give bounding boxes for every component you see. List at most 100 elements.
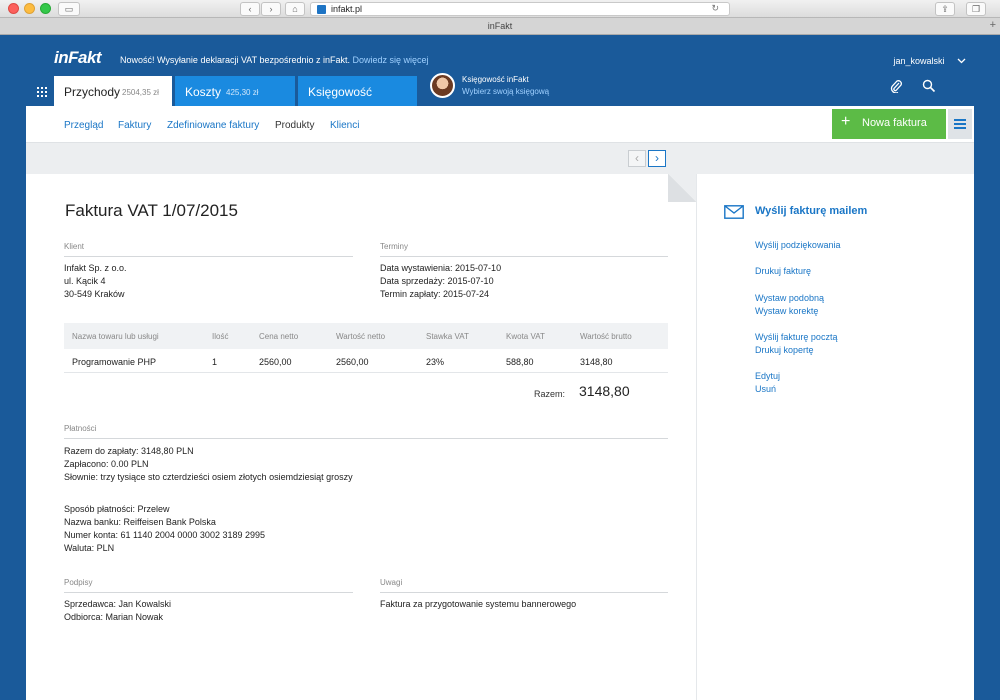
nav-faktury[interactable]: Faktury (118, 120, 151, 131)
hamburger-menu-icon[interactable] (948, 109, 972, 139)
amount-paid: Zapłacono: 0.00 PLN (64, 459, 149, 469)
divider (380, 256, 668, 257)
browser-tab-title[interactable]: inFakt (0, 21, 1000, 31)
signatures-label: Podpisy (64, 578, 93, 587)
currency: Waluta: PLN (64, 543, 115, 553)
table-row: Programowanie PHP 1 2560,00 2560,00 23% … (64, 349, 668, 373)
divider (380, 592, 668, 593)
total-label: Razem: (534, 389, 566, 399)
send-thanks-link[interactable]: Wyślij podziękowania (755, 240, 840, 250)
share-icon[interactable]: ⇪ (935, 2, 955, 16)
edit-link[interactable]: Edytuj (755, 371, 780, 381)
new-tab-icon[interactable]: + (990, 19, 996, 31)
url-text: infakt.pl (331, 4, 363, 14)
total-value: 3148,80 (579, 383, 630, 399)
content-area: Przegląd Faktury Zdefiniowane faktury Pr… (26, 106, 974, 700)
zoom-window-button[interactable] (40, 3, 51, 14)
account-number: Numer konta: 61 1140 2004 0000 3002 3189… (64, 530, 265, 540)
column-header: Wartość brutto (580, 332, 632, 341)
close-window-button[interactable] (8, 3, 19, 14)
divider (64, 256, 353, 257)
tab-koszty[interactable]: Koszty 425,30 zł (175, 76, 295, 106)
next-invoice-button[interactable]: › (648, 150, 666, 167)
send-by-post-link[interactable]: Wyślij fakturę pocztą (755, 332, 837, 342)
browser-toolbar: ▭ ‹ › ⌂ infakt.pl ↻ ⇪ ❐ (0, 0, 1000, 18)
tab-amount: 425,30 zł (226, 88, 259, 97)
forward-icon[interactable]: › (261, 2, 281, 16)
new-invoice-button[interactable]: + Nowa faktura (832, 109, 946, 139)
column-header: Nazwa towaru lub usługi (72, 332, 159, 341)
column-header: Kwota VAT (506, 332, 545, 341)
search-icon[interactable] (922, 79, 936, 93)
column-header: Stawka VAT (426, 332, 469, 341)
previous-invoice-button[interactable]: ‹ (628, 150, 646, 167)
accountant-avatar[interactable] (430, 73, 455, 98)
payments-label: Płatności (64, 424, 97, 433)
tab-przychody[interactable]: Przychody 2504,35 zł (54, 76, 172, 106)
nav-przeglad[interactable]: Przegląd (64, 120, 103, 131)
chevron-down-icon (957, 58, 966, 64)
print-invoice-link[interactable]: Drukuj fakturę (755, 266, 811, 276)
payment-method: Sposób płatności: Przelew (64, 504, 170, 514)
delete-link[interactable]: Usuń (755, 384, 776, 394)
user-menu[interactable]: jan_kowalski (893, 56, 966, 66)
seller-signature: Sprzedawca: Jan Kowalski (64, 599, 172, 609)
favicon-icon (317, 5, 326, 14)
infakt-logo[interactable]: inFakt (54, 48, 102, 68)
payment-due-date: Termin zapłaty: 2015-07-24 (380, 289, 490, 299)
plus-icon: + (841, 113, 851, 130)
tab-amount: 2504,35 zł (122, 88, 159, 97)
tab-label: Przychody (64, 85, 121, 99)
tabs-overview-icon[interactable]: ❐ (966, 2, 986, 16)
notes-text: Faktura za przygotowanie systemu bannero… (380, 599, 577, 609)
client-city: 30-549 Kraków (64, 289, 125, 299)
notes-label: Uwagi (380, 578, 403, 587)
sale-date: Data sprzedaży: 2015-07-10 (380, 276, 494, 286)
news-text: Nowość! Wysyłanie deklaracji VAT bezpośr… (120, 55, 351, 65)
item-vat-rate: 23% (426, 357, 445, 367)
amount-due: Razem do zapłaty: 3148,80 PLN (64, 446, 194, 456)
reload-icon[interactable]: ↻ (711, 3, 719, 14)
page-fold-corner (668, 174, 696, 202)
column-header: Wartość netto (336, 332, 386, 341)
address-bar[interactable]: infakt.pl ↻ (310, 2, 730, 16)
invoice-items-table: Nazwa towaru lub usługi Ilość Cena netto… (64, 323, 668, 373)
news-banner: Nowość! Wysyłanie deklaracji VAT bezpośr… (120, 55, 429, 65)
apps-grid-icon[interactable] (37, 87, 47, 97)
nav-zdefiniowane-faktury[interactable]: Zdefiniowane faktury (167, 120, 259, 131)
issue-correction-link[interactable]: Wystaw korektę (755, 306, 818, 316)
sidebar-toggle-icon[interactable]: ▭ (58, 2, 80, 16)
nav-produkty[interactable]: Produkty (275, 120, 314, 131)
item-gross-value: 3148,80 (580, 357, 613, 367)
invoice-actions-panel (696, 174, 974, 700)
browser-tab-bar: inFakt + (0, 18, 1000, 35)
column-header: Ilość (212, 332, 229, 341)
home-icon[interactable]: ⌂ (285, 2, 305, 16)
tab-label: Księgowość (308, 85, 373, 99)
tab-ksiegowosc[interactable]: Księgowość (298, 76, 417, 106)
item-vat-amount: 588,80 (506, 357, 534, 367)
item-quantity: 1 (212, 357, 218, 367)
envelope-icon (724, 205, 744, 219)
item-net-price: 2560,00 (259, 357, 292, 367)
back-icon[interactable]: ‹ (240, 2, 260, 16)
news-link[interactable]: Dowiedz się więcej (353, 55, 429, 65)
item-net-value: 2560,00 (336, 357, 369, 367)
terms-label: Terminy (380, 242, 409, 251)
issue-similar-link[interactable]: Wystaw podobną (755, 293, 824, 303)
client-name: Infakt Sp. z o.o. (64, 263, 127, 273)
client-label: Klient (64, 242, 85, 251)
minimize-window-button[interactable] (24, 3, 35, 14)
choose-accountant-link[interactable]: Wybierz swoją księgową (462, 87, 549, 96)
username: jan_kowalski (893, 56, 945, 66)
issue-date: Data wystawienia: 2015-07-10 (380, 263, 502, 273)
print-envelope-link[interactable]: Drukuj kopertę (755, 345, 814, 355)
column-header: Cena netto (259, 332, 299, 341)
divider (64, 438, 668, 439)
invoice-title: Faktura VAT 1/07/2015 (65, 201, 238, 220)
amount-in-words: Słownie: trzy tysiące sto czterdzieści o… (64, 472, 353, 482)
divider (64, 592, 353, 593)
send-invoice-email-link[interactable]: Wyślij fakturę mailem (755, 205, 867, 217)
paperclip-icon[interactable] (889, 79, 903, 93)
nav-klienci[interactable]: Klienci (330, 120, 359, 131)
